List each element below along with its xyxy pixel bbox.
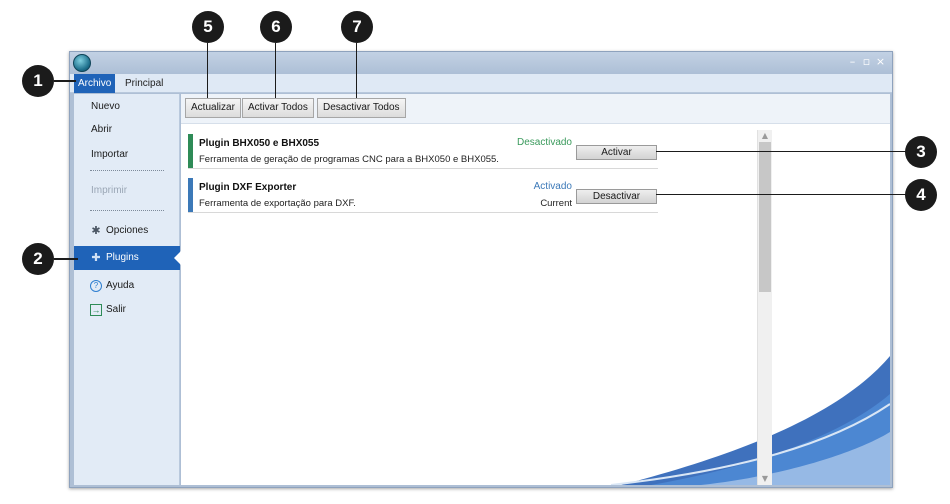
sidebar-item-ayuda[interactable]: ? Ayuda xyxy=(74,276,180,296)
sidebar-item-opciones[interactable]: ✱ Opciones xyxy=(74,221,180,241)
plugin-status-bar xyxy=(188,178,193,212)
tab-archivo[interactable]: Archivo xyxy=(74,74,116,93)
sidebar-item-label: Plugins xyxy=(106,252,139,263)
close-icon[interactable]: × xyxy=(874,55,887,68)
callout-6-leader xyxy=(275,43,276,98)
callout-6: 6 xyxy=(260,11,292,43)
callout-4-leader xyxy=(656,194,906,195)
tab-principal[interactable]: Principal xyxy=(125,74,163,93)
sidebar-divider xyxy=(90,170,164,171)
plugin-row[interactable]: Plugin BHX050 e BHX055 Ferramenta de ger… xyxy=(188,134,658,169)
callout-7: 7 xyxy=(341,11,373,43)
plugin-status-bar xyxy=(188,134,193,168)
title-bar: – ▫ × xyxy=(70,52,892,74)
sidebar-item-nuevo[interactable]: Nuevo xyxy=(74,97,180,117)
callout-1: 1 xyxy=(22,65,54,97)
callout-5: 5 xyxy=(192,11,224,43)
callout-4: 4 xyxy=(905,179,937,211)
scroll-up-icon[interactable]: ▲ xyxy=(758,130,772,142)
activate-plugin-button[interactable]: Activar xyxy=(576,145,657,160)
plugin-row[interactable]: Plugin DXF Exporter Ferramenta de export… xyxy=(188,178,658,213)
sidebar-item-imprimir: Imprimir xyxy=(91,185,128,196)
puzzle-icon: ✚ xyxy=(91,252,101,264)
help-icon: ? xyxy=(90,280,102,292)
scroll-down-icon[interactable]: ▼ xyxy=(758,473,772,485)
sidebar-item-label: Opciones xyxy=(106,225,149,236)
exit-icon: → xyxy=(90,304,102,316)
app-window: – ▫ × Archivo Principal Nuevo Abrir Impo… xyxy=(69,51,893,488)
plugins-toolbar: Actualizar Activar Todos Desactivar Todo… xyxy=(181,94,890,124)
callout-3-leader xyxy=(656,151,906,152)
sidebar-divider xyxy=(90,210,164,211)
plugin-version: Current xyxy=(540,198,572,209)
selection-notch xyxy=(174,251,181,265)
sidebar-item-salir[interactable]: → Salir xyxy=(74,300,180,320)
deactivate-all-button[interactable]: Desactivar Todos xyxy=(317,98,406,118)
callout-7-leader xyxy=(356,43,357,98)
plugin-name: Plugin DXF Exporter xyxy=(199,182,297,193)
callout-1-leader xyxy=(54,80,76,82)
maximize-icon[interactable]: ▫ xyxy=(860,55,873,68)
plugin-status: Desactivado xyxy=(516,137,572,148)
backstage-sidebar: Nuevo Abrir Importar Imprimir ✱ Opciones… xyxy=(74,94,181,485)
sidebar-item-label: Salir xyxy=(106,304,127,315)
activate-all-button[interactable]: Activar Todos xyxy=(242,98,314,118)
callout-3: 3 xyxy=(905,136,937,168)
screenshot: 1 2 5 6 7 3 4 – ▫ × Archivo Principal Nu… xyxy=(0,0,950,504)
callout-5-leader xyxy=(207,43,208,98)
plugins-panel: Actualizar Activar Todos Desactivar Todo… xyxy=(181,94,890,485)
sidebar-item-label: Ayuda xyxy=(106,280,135,291)
ribbon-tabs: Archivo Principal xyxy=(70,74,892,93)
scrollbar-thumb[interactable] xyxy=(759,142,771,292)
sidebar-item-plugins[interactable]: ✚ Plugins xyxy=(74,246,181,270)
callout-2: 2 xyxy=(22,243,54,275)
plugin-description: Ferramenta de geração de programas CNC p… xyxy=(199,154,499,165)
plugin-description: Ferramenta de exportação para DXF. xyxy=(199,198,356,209)
sidebar-item-importar[interactable]: Importar xyxy=(74,145,180,165)
deactivate-plugin-button[interactable]: Desactivar xyxy=(576,189,657,204)
list-scrollbar[interactable]: ▲ ▼ xyxy=(757,130,772,485)
plugin-name: Plugin BHX050 e BHX055 xyxy=(199,138,320,149)
callout-2-leader xyxy=(54,258,78,260)
app-logo-icon xyxy=(73,54,91,72)
minimize-icon[interactable]: – xyxy=(846,55,859,68)
sidebar-item-abrir[interactable]: Abrir xyxy=(74,120,180,140)
refresh-button[interactable]: Actualizar xyxy=(185,98,241,118)
gear-icon: ✱ xyxy=(91,225,101,237)
plugin-status: Activado xyxy=(533,181,572,192)
